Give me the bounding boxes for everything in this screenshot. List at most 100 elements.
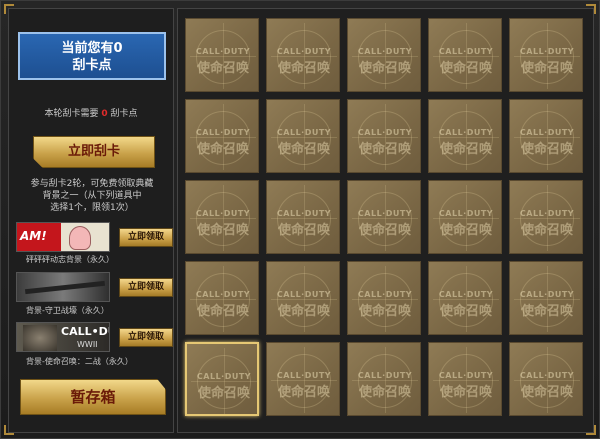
card-logo-en: CALL·DUTY — [357, 371, 413, 380]
scratch-card[interactable]: CALL·DUTY 使命召唤 — [428, 261, 502, 335]
scratch-card[interactable]: CALL·DUTY 使命召唤 — [347, 180, 421, 254]
card-logo-cn: 使命召唤 — [439, 385, 492, 400]
claim-button-2[interactable]: 立即领取 — [119, 278, 173, 297]
reward-description: 参与刮卡2轮，可免费领取典藏 背景之一（从下列道具中 选择1个，限领1次） — [19, 178, 165, 214]
scratch-card[interactable]: CALL·DUTY 使命召唤 — [266, 18, 340, 92]
card-logo-cn: 使命召唤 — [196, 223, 249, 238]
scratch-card-grid: CALL·DUTY 使命召唤 CALL·DUTY 使命召唤 CALL·DUTY 使命召唤 C… — [177, 8, 594, 433]
scratch-card[interactable]: CALL·DUTY 使命召唤 — [428, 342, 502, 416]
card-logo-en: CALL·DUTY — [357, 209, 413, 218]
card-logo-en: CALL·DUTY — [438, 290, 494, 299]
scratch-now-button[interactable]: 立即刮卡 — [33, 136, 155, 168]
emblem-line — [466, 347, 467, 413]
corner-bracket-tr — [586, 4, 596, 14]
emblem-line — [385, 185, 386, 251]
scratch-card[interactable]: CALL·DUTY 使命召唤 — [509, 99, 583, 173]
scratch-card[interactable]: CALL·DUTY 使命召唤 — [428, 180, 502, 254]
card-logo-en: CALL·DUTY — [357, 47, 413, 56]
card-logo-en: CALL·DUTY — [438, 209, 494, 218]
cartoon-figure-icon — [69, 226, 91, 250]
stash-box-button[interactable]: 暂存箱 — [20, 379, 166, 415]
scratch-card[interactable]: CALL·DUTY 使命召唤 — [509, 18, 583, 92]
claim-button-3[interactable]: 立即领取 — [119, 328, 173, 347]
cod-logo-text: CALL•DU — [61, 325, 109, 338]
card-logo-en: CALL·DUTY — [519, 128, 575, 137]
emblem-line — [547, 185, 548, 251]
app-frame: 当前您有0 刮卡点 本轮刮卡需要 0 刮卡点 立即刮卡 参与刮卡2轮，可免费领取… — [0, 0, 600, 439]
card-logo-en: CALL·DUTY — [276, 47, 332, 56]
card-logo-cn: 使命召唤 — [358, 142, 411, 157]
card-logo-cn: 使命召唤 — [520, 385, 573, 400]
claim-button-1[interactable]: 立即领取 — [119, 228, 173, 247]
emblem-line — [304, 104, 305, 170]
emblem-line — [385, 347, 386, 413]
card-logo-cn: 使命召唤 — [520, 142, 573, 157]
card-logo-cn: 使命召唤 — [439, 304, 492, 319]
scratch-card[interactable]: CALL·DUTY 使命召唤 — [266, 180, 340, 254]
scratch-card[interactable]: CALL·DUTY 使命召唤 — [509, 261, 583, 335]
emblem-line — [547, 23, 548, 89]
card-logo-cn: 使命召唤 — [277, 304, 330, 319]
card-logo-en: CALL·DUTY — [276, 290, 332, 299]
scratch-card[interactable]: CALL·DUTY 使命召唤 — [509, 180, 583, 254]
reward-label-1: 砰砰砰动志背景（永久） — [26, 255, 114, 264]
card-logo-cn: 使命召唤 — [520, 304, 573, 319]
emblem-line — [547, 266, 548, 332]
scratch-card[interactable]: CALL·DUTY 使命召唤 — [185, 99, 259, 173]
cost-prefix: 本轮刮卡需要 — [44, 109, 99, 119]
scratch-card[interactable]: CALL·DUTY 使命召唤 — [185, 180, 259, 254]
soldier-portrait — [23, 325, 57, 351]
card-logo-cn: 使命召唤 — [277, 385, 330, 400]
scratch-card[interactable]: CALL·DUTY 使命召唤 — [347, 342, 421, 416]
scratch-card[interactable]: CALL·DUTY 使命召唤 — [185, 342, 259, 416]
emblem-line — [223, 23, 224, 89]
cost-suffix: 刮卡点 — [110, 109, 138, 119]
scratch-card[interactable]: CALL·DUTY 使命召唤 — [266, 342, 340, 416]
card-logo-cn: 使命召唤 — [277, 61, 330, 76]
emblem-line — [223, 104, 224, 170]
rifle-icon — [24, 280, 106, 295]
emblem-line — [385, 266, 386, 332]
scratch-card[interactable]: CALL·DUTY 使命召唤 — [428, 18, 502, 92]
card-logo-en: CALL·DUTY — [438, 47, 494, 56]
emblem-line — [224, 348, 225, 414]
card-logo-en: CALL·DUTY — [195, 47, 251, 56]
card-logo-en: CALL·DUTY — [276, 371, 332, 380]
scratch-card[interactable]: CALL·DUTY 使命召唤 — [347, 18, 421, 92]
emblem-line — [547, 347, 548, 413]
emblem-line — [466, 266, 467, 332]
reward-thumbnail-1: AM! — [16, 222, 110, 252]
cod-wwii-text: WWII — [77, 340, 98, 349]
card-logo-cn: 使命召唤 — [439, 223, 492, 238]
scratch-card[interactable]: CALL·DUTY 使命召唤 — [266, 99, 340, 173]
scratch-card[interactable]: CALL·DUTY 使命召唤 — [509, 342, 583, 416]
card-logo-en: CALL·DUTY — [438, 371, 494, 380]
card-logo-cn: 使命召唤 — [277, 223, 330, 238]
card-logo-cn: 使命召唤 — [358, 223, 411, 238]
reward-label-2: 背景-守卫战壕（永久） — [26, 306, 109, 315]
sidebar: 当前您有0 刮卡点 本轮刮卡需要 0 刮卡点 立即刮卡 参与刮卡2轮，可免费领取… — [8, 8, 174, 433]
emblem-line — [304, 347, 305, 413]
scratch-card[interactable]: CALL·DUTY 使命召唤 — [428, 99, 502, 173]
card-logo-en: CALL·DUTY — [519, 371, 575, 380]
comic-text: AM! — [20, 229, 47, 243]
points-line1: 当前您有0 — [61, 41, 123, 56]
card-logo-cn: 使命召唤 — [197, 386, 250, 401]
card-logo-en: CALL·DUTY — [519, 209, 575, 218]
scratch-card[interactable]: CALL·DUTY 使命召唤 — [185, 261, 259, 335]
card-logo-cn: 使命召唤 — [196, 61, 249, 76]
scratch-card[interactable]: CALL·DUTY 使命召唤 — [185, 18, 259, 92]
emblem-line — [223, 185, 224, 251]
scratch-card[interactable]: CALL·DUTY 使命召唤 — [347, 99, 421, 173]
card-logo-en: CALL·DUTY — [357, 290, 413, 299]
card-logo-en: CALL·DUTY — [196, 372, 252, 381]
emblem-line — [385, 104, 386, 170]
scratch-card[interactable]: CALL·DUTY 使命召唤 — [266, 261, 340, 335]
cost-text: 本轮刮卡需要 0 刮卡点 — [9, 106, 173, 119]
card-logo-cn: 使命召唤 — [520, 223, 573, 238]
emblem-line — [304, 266, 305, 332]
reward-label-3: 背景-使命召唤：二战（永久） — [26, 357, 133, 366]
scratch-card[interactable]: CALL·DUTY 使命召唤 — [347, 261, 421, 335]
emblem-line — [466, 185, 467, 251]
card-logo-en: CALL·DUTY — [357, 128, 413, 137]
